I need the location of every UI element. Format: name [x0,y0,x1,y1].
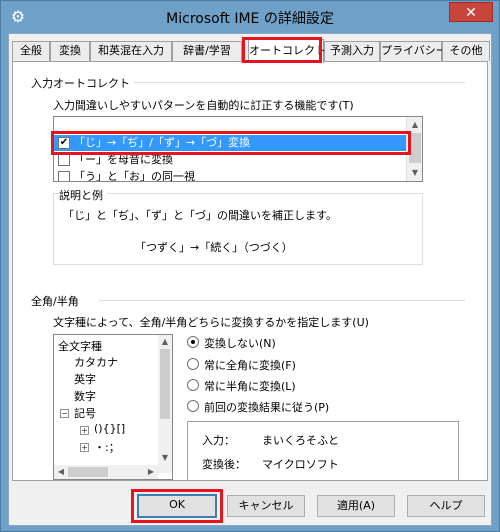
group-divider [119,82,465,83]
tree-item[interactable]: 数字 [74,388,96,404]
expand-icon[interactable]: + [80,443,89,452]
radio-label: 前回の変換結果に従う(P) [204,401,330,414]
tab-privacy[interactable]: プライバシー [380,41,447,61]
checkbox[interactable] [58,154,70,166]
apply-button[interactable]: 適用(A) [317,495,395,517]
example-text: 「じ」と「ぢ」、「ず」と「づ」の間違いを補正します。 [63,209,337,222]
ime-settings-window: ⚙ Microsoft IME の詳細設定 ✕ 全般 変換 和英混在入力 辞書/… [0,0,500,532]
list-item-label: 「う」と「お」の同一視 [74,170,195,182]
title-bar[interactable]: ⚙ Microsoft IME の詳細設定 ✕ [1,1,499,33]
help-button[interactable]: ヘルプ [407,495,485,517]
list-scrollbar[interactable]: ▲ ▼ [406,117,422,181]
cancel-button[interactable]: キャンセル [227,495,305,517]
scroll-left-icon[interactable]: ◀ [54,465,68,479]
tab-autocorrect[interactable]: オートコレクト [248,39,326,63]
preview-output-value: マイクロソフト [262,458,339,471]
scroll-thumb[interactable] [68,467,108,477]
list-item-label: 「じ」→「ぢ」/「ず」→「づ」変換 [74,136,251,149]
checkbox[interactable]: ✔ [58,137,70,149]
tree-horizontal-scrollbar[interactable]: ◀ ▶ [54,465,158,479]
tree-item[interactable]: (){}[] [94,422,125,435]
scroll-up-icon[interactable]: ▲ [407,117,422,133]
close-button[interactable]: ✕ [449,2,493,22]
scroll-thumb[interactable] [409,133,421,163]
autocorrect-description: 入力間違いしやすいパターンを自動的に訂正する機能です(T) [53,99,354,112]
group-divider [99,300,465,301]
tab-other[interactable]: その他 [442,41,490,61]
list-item[interactable]: 「ー」を母音に変換 [54,152,414,168]
tab-conversion[interactable]: 変換 [50,41,90,61]
autocorrect-group-title: 入力オートコレクト [31,75,134,91]
tree-item[interactable]: 記号 [74,405,96,421]
scroll-right-icon[interactable]: ▶ [144,465,158,479]
list-item-label: 「ー」を母音に変換 [74,153,173,166]
radio-dot[interactable] [187,336,199,348]
tab-mixed-input[interactable]: 和英混在入力 [90,41,172,61]
scroll-thumb[interactable] [160,349,170,419]
tree-item[interactable]: ・:； [94,439,120,455]
ok-button[interactable]: OK [137,494,217,518]
example-sample: 「つずく」→「続く」（つづく） [135,241,293,254]
preview-output-label: 変換後： [202,458,246,471]
tree-item[interactable]: カタカナ [74,354,118,370]
radio-label: 常に半角に変換(L) [204,380,296,393]
tab-dictionary[interactable]: 辞書/学習 [172,41,242,61]
width-group-title: 全角/半角 [31,293,83,309]
preview-input-value: まいくろそふと [262,434,339,447]
example-title: 説明と例 [59,187,107,203]
radio-label: 常に全角に変換(F) [204,359,296,372]
tree-vertical-scrollbar[interactable]: ▲ ▼ [158,335,172,473]
tab-general[interactable]: 全般 [12,41,50,61]
list-item[interactable]: ✔ 「じ」→「ぢ」/「ず」→「づ」変換 [54,135,414,151]
radio-label: 変換しない(N) [204,337,276,350]
radio-dot[interactable] [187,358,199,370]
conversion-preview: 入力： まいくろそふと 変換後： マイクロソフト [187,421,459,481]
preview-input-label: 入力： [202,434,235,447]
scroll-down-icon[interactable]: ▼ [158,451,172,465]
char-type-tree[interactable]: 全文字種 カタカナ 英字 数字 − 記号 + (){}[] + ・:； ▲ ▼ … [53,334,173,480]
scroll-up-icon[interactable]: ▲ [158,335,172,349]
list-item[interactable]: 「う」と「お」の同一視 [54,169,414,182]
tree-root[interactable]: 全文字種 [58,338,102,354]
scroll-down-icon[interactable]: ▼ [407,165,422,181]
checkbox[interactable] [58,171,70,181]
collapse-icon[interactable]: − [60,409,69,418]
radio-dot[interactable] [187,400,199,412]
window-title: Microsoft IME の詳細設定 [166,11,334,27]
autocorrect-list[interactable]: ✔ 「じ」→「ぢ」/「ず」→「づ」変換 「ー」を母音に変換 「う」と「お」の同一… [53,116,423,182]
width-description: 文字種によって、全角/半角どちらに変換するかを指定します(U) [53,316,369,329]
radio-dot[interactable] [187,379,199,391]
tree-item[interactable]: 英字 [74,371,96,387]
expand-icon[interactable]: + [80,426,89,435]
tab-prediction[interactable]: 予測入力 [324,41,380,61]
